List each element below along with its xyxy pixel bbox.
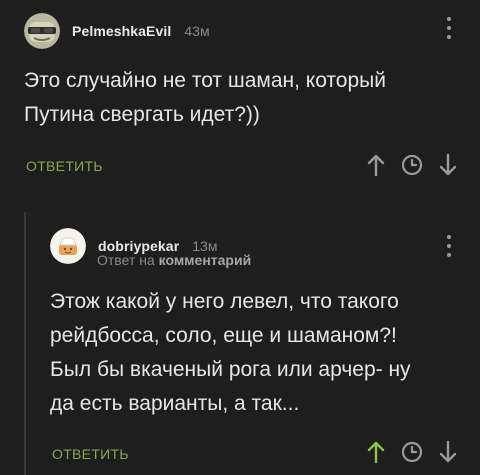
comment-actions: ОТВЕТИТЬ [0,437,480,467]
more-options-icon[interactable] [446,235,452,257]
comment-actions: ОТВЕТИТЬ [0,150,480,180]
comment-text: Это случайно не тот шаман, который Путин… [24,69,386,126]
upvote-arrow-icon[interactable] [364,152,388,178]
avatar[interactable] [50,228,86,264]
reply-button[interactable]: ОТВЕТИТЬ [26,158,103,174]
more-options-icon[interactable] [446,17,452,39]
clock-icon[interactable] [400,439,424,465]
downvote-arrow-icon[interactable] [436,439,460,465]
comments-thread: PelmeshkaEvil 43м Это случайно не тот ша… [0,0,480,475]
reply-to-link[interactable]: комментарий [159,252,252,268]
reply-button[interactable]: ОТВЕТИТЬ [52,446,129,462]
avatar[interactable] [24,13,60,49]
reply-to-line: Ответ на комментарий [97,252,251,268]
comment-time: 43м [184,23,210,39]
comment-header: PelmeshkaEvil 43м [24,13,210,49]
comment-text: Этож какой у него левел, что такого рейд… [50,290,411,415]
reply-to-prefix: Ответ на [97,252,155,268]
author-name[interactable]: PelmeshkaEvil [72,23,171,39]
downvote-arrow-icon[interactable] [436,152,460,178]
thread-line[interactable] [24,212,26,475]
clock-icon[interactable] [400,152,424,178]
upvote-arrow-icon[interactable] [364,439,388,465]
